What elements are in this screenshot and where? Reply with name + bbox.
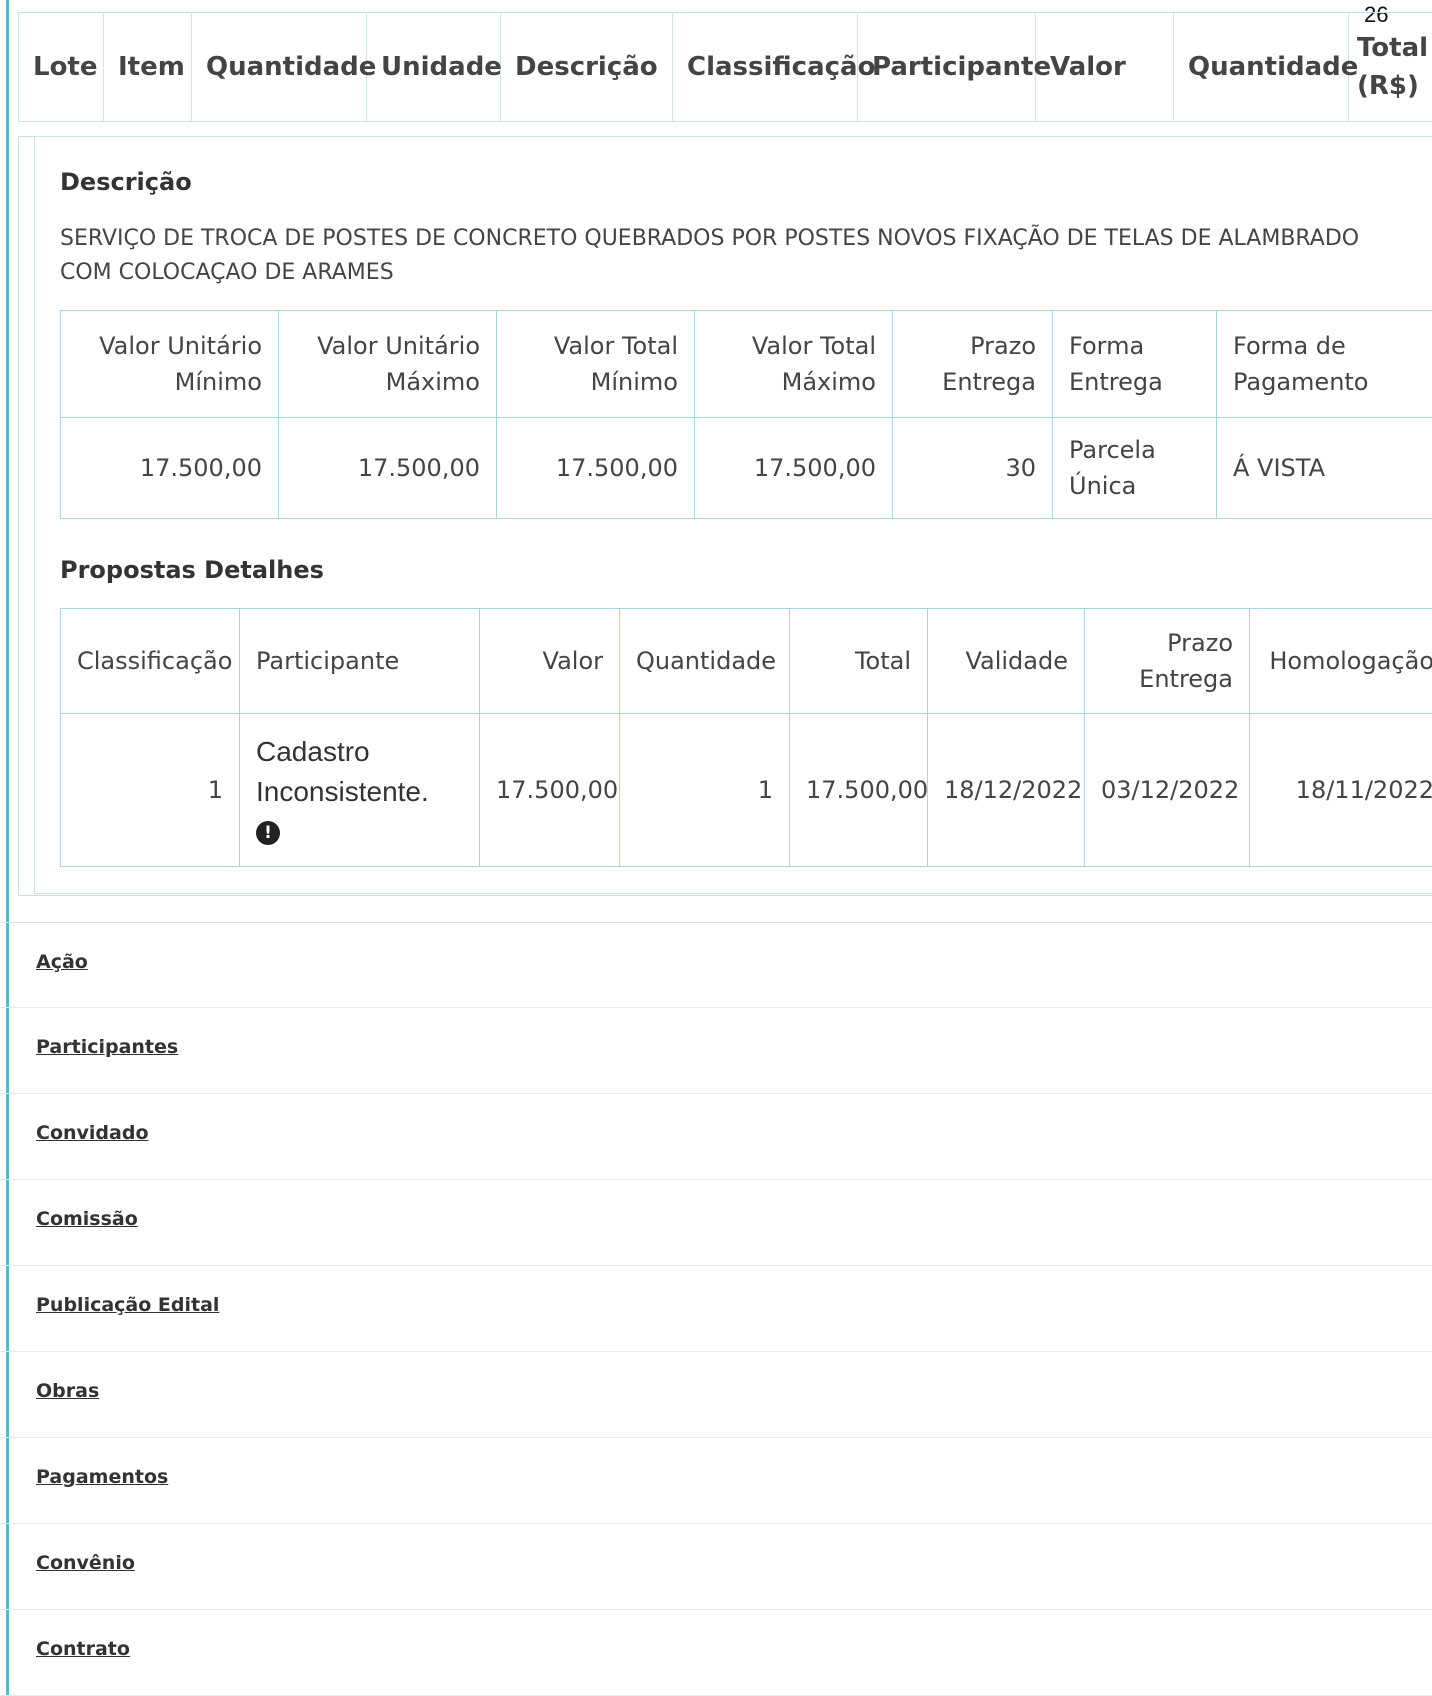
proposal-classificacao: 1 [60,713,240,867]
values-cell: 17.500,00 [496,417,695,519]
values-header-forma-entrega: Forma Entrega [1052,310,1217,418]
nav-row-pagamentos: Pagamentos [0,1438,1432,1524]
values-header-min-unit: Valor Unitário Mínimo [60,310,279,418]
nav-link-publicacao-edital[interactable]: Publicação Edital [36,1294,219,1316]
nav-row-convidado: Convidado [0,1094,1432,1180]
values-row: 17.500,00 17.500,00 17.500,00 17.500,00 … [60,417,1432,519]
nav-link-convenio[interactable]: Convênio [36,1552,135,1574]
nav-link-acao[interactable]: Ação [36,951,88,973]
col-header-lote[interactable]: Lote [18,12,104,122]
values-header-min-total: Valor Total Mínimo [496,310,695,418]
proposals-header-homologacao: Homologação [1249,608,1432,714]
values-cell: Parcela Única [1052,417,1217,519]
values-table: Valor Unitário Mínimo Valor Unitário Máx… [60,310,1432,519]
proposal-participante: Cadastro Inconsistente. [256,736,429,807]
nav-row-comissao: Comissão [0,1180,1432,1266]
col-header-participante[interactable]: Participante [857,12,1051,122]
proposal-valor: 17.500,00 [479,713,620,867]
values-cell: 17.500,00 [694,417,893,519]
col-header-descricao[interactable]: Descrição [500,12,673,122]
proposal-validade: 18/12/2022 [927,713,1085,867]
nav-link-comissao[interactable]: Comissão [36,1208,138,1230]
proposals-title: Propostas Detalhes [60,556,324,584]
proposal-homologacao: 18/11/2022 [1249,713,1432,867]
values-header-max-unit: Valor Unitário Máximo [278,310,497,418]
description-title: Descrição [60,168,192,196]
proposals-header-prazo-entrega: Prazo Entrega [1084,608,1250,714]
col-header-quantidade[interactable]: Quantidade [191,12,376,122]
proposals-table: Classificação Participante Valor Quantid… [60,608,1432,867]
nav-row-contrato: Contrato [0,1610,1432,1696]
nav-link-obras[interactable]: Obras [36,1380,99,1402]
proposals-header-classificacao: Classificação [60,608,240,714]
col-header-quantidade-2[interactable]: Quantidade [1173,12,1358,122]
proposal-quantidade: 1 [619,713,790,867]
nav-row-participantes: Participantes [0,1008,1432,1094]
proposal-prazo-entrega: 03/12/2022 [1084,713,1250,867]
nav-link-contrato[interactable]: Contrato [36,1638,130,1660]
proposals-header-quantidade: Quantidade [619,608,790,714]
nav-link-convidado[interactable]: Convidado [36,1122,149,1144]
nav-row-acao: Ação [0,922,1432,1008]
col-header-classificacao[interactable]: Classificação [672,12,875,122]
values-cell: 17.500,00 [60,417,279,519]
values-cell: 30 [892,417,1053,519]
values-header-forma-pagamento: Forma de Pagamento [1216,310,1432,418]
proposals-header-total: Total [789,608,928,714]
nav-row-obras: Obras [0,1352,1432,1438]
proposal-participante-cell: Cadastro Inconsistente. ! [239,713,480,867]
exclamation-circle-icon[interactable]: ! [256,821,280,845]
values-header-max-total: Valor Total Máximo [694,310,893,418]
col-header-item[interactable]: Item [103,12,192,122]
col-header-total[interactable]: Total (R$) [1348,12,1432,122]
proposal-row: 1 Cadastro Inconsistente. ! 17.500,00 1 … [60,713,1432,867]
proposal-total: 17.500,00 [789,713,928,867]
proposals-header-valor: Valor [479,608,620,714]
nav-row-convenio: Convênio [0,1524,1432,1610]
values-cell: Á VISTA [1216,417,1432,519]
values-cell: 17.500,00 [278,417,497,519]
nav-link-participantes[interactable]: Participantes [36,1036,178,1058]
nav-row-publicacao-edital: Publicação Edital [0,1266,1432,1352]
proposals-header-validade: Validade [927,608,1085,714]
section-nav-list: Ação Participantes Convidado Comissão Pu… [0,922,1432,1696]
values-header-prazo: Prazo Entrega [892,310,1053,418]
col-header-valor[interactable]: Valor [1035,12,1174,122]
description-text: SERVIÇO DE TROCA DE POSTES DE CONCRETO Q… [60,226,1360,285]
items-header-table: Lote Item Quantidade Unidade Descrição C… [18,12,1432,122]
col-header-unidade[interactable]: Unidade [366,12,502,122]
proposals-header-participante: Participante [239,608,480,714]
nav-link-pagamentos[interactable]: Pagamentos [36,1466,168,1488]
